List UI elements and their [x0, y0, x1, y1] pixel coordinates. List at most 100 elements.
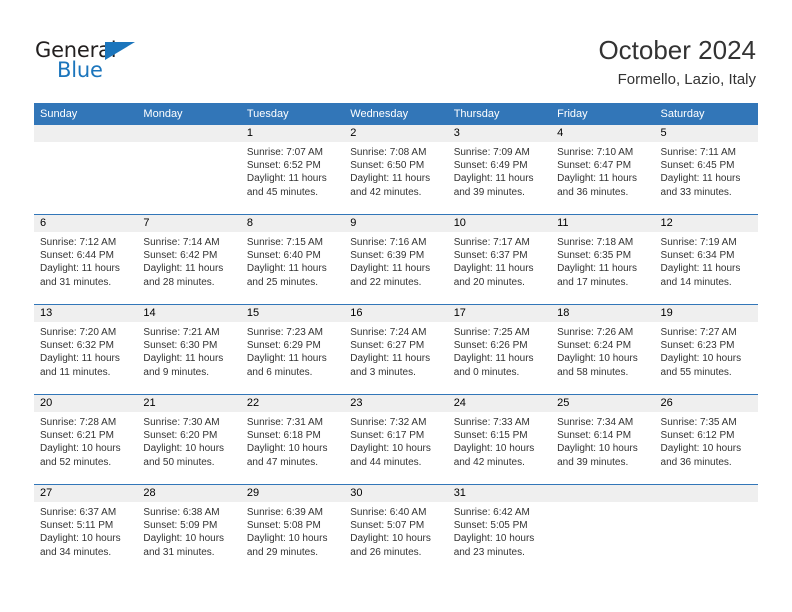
calendar-day-cell[interactable]: 3 Sunrise: 7:09 AM Sunset: 6:49 PM Daylight… [447, 125, 552, 214]
calendar-day-cell[interactable]: 14 Sunrise: 7:21 AM Sunset: 6:30 PM Dayligh… [137, 305, 241, 394]
day-detail-line: Sunset: 6:39 PM [350, 250, 425, 262]
day-detail-line: and 0 minutes. [453, 366, 520, 378]
calendar-day-cell[interactable]: 11 Sunrise: 7:18 AM Sunset: 6:35 PM Dayligh… [551, 215, 655, 304]
day-detail-line: Sunset: 5:07 PM [350, 520, 425, 532]
day-detail-line: Sunrise: 7:28 AM [40, 417, 117, 428]
day-detail-line: Sunrise: 7:32 AM [350, 417, 427, 428]
calendar-day-cell[interactable]: 19 Sunrise: 7:27 AM Sunset: 6:23 PM Dayligh… [654, 305, 758, 394]
logo-triangle-icon [105, 42, 135, 60]
day-detail-line: and 11 minutes. [40, 366, 111, 378]
day-detail-line: Sunrise: 7:25 AM [453, 327, 530, 338]
day-details [551, 502, 654, 506]
day-number-band: 28 [137, 485, 241, 502]
calendar-day-cell[interactable]: 5 Sunrise: 7:11 AM Sunset: 6:45 PM Daylight… [654, 125, 758, 214]
calendar-day-cell[interactable]: 30 Sunrise: 6:40 AM Sunset: 5:07 PM Dayligh… [344, 485, 448, 575]
day-detail-line: and 42 minutes. [453, 456, 525, 468]
day-detail-line: Daylight: 11 hours [350, 263, 431, 275]
calendar-day-cell[interactable]: 8 Sunrise: 7:15 AM Sunset: 6:40 PM Daylight… [240, 215, 345, 304]
day-number: 3 [453, 127, 460, 139]
calendar-day-cell[interactable]: 13 Sunrise: 7:20 AM Sunset: 6:32 PM Dayligh… [34, 305, 138, 394]
calendar-day-cell[interactable]: 15 Sunrise: 7:23 AM Sunset: 6:29 PM Dayligh… [240, 305, 345, 394]
day-detail-line: and 36 minutes. [660, 456, 732, 468]
calendar-day-cell[interactable]: 1 Sunrise: 7:07 AM Sunset: 6:52 PM Daylight… [240, 125, 345, 214]
weekday-header-row: Sunday Monday Tuesday Wednesday Thursday Frid… [34, 103, 758, 125]
day-detail-line: Sunset: 6:49 PM [453, 160, 528, 172]
calendar-day-cell[interactable]: 28 Sunrise: 6:38 AM Sunset: 5:09 PM Dayligh… [137, 485, 241, 575]
day-detail-line: Daylight: 10 hours [557, 353, 638, 365]
calendar-day-cell[interactable]: 4 Sunrise: 7:10 AM Sunset: 6:47 PM Daylight… [551, 125, 655, 214]
general-blue-logo[interactable]: General Blue [35, 38, 165, 84]
day-detail-line: and 39 minutes. [557, 456, 629, 468]
day-detail-line: Sunrise: 7:12 AM [40, 237, 117, 248]
calendar-day-cell[interactable]: 31 Sunrise: 6:42 AM Sunset: 5:05 PM Dayligh… [447, 485, 552, 575]
day-number-band [34, 125, 138, 142]
calendar-day-cell[interactable]: 7 Sunrise: 7:14 AM Sunset: 6:42 PM Daylight… [137, 215, 241, 304]
day-number-band: 3 [447, 125, 552, 142]
day-detail-line: Sunset: 6:37 PM [453, 250, 528, 262]
day-detail-line: and 58 minutes. [557, 366, 629, 378]
weekday-header-thursday: Thursday [453, 108, 500, 120]
calendar-week-row: 27 Sunrise: 6:37 AM Sunset: 5:11 PM Dayligh… [34, 485, 758, 575]
calendar-day-cell[interactable]: 6 Sunrise: 7:12 AM Sunset: 6:44 PM Daylight… [34, 215, 138, 304]
day-number-band: 19 [654, 305, 758, 322]
day-detail-line: Daylight: 11 hours [246, 353, 327, 365]
calendar-day-cell[interactable]: 24 Sunrise: 7:33 AM Sunset: 6:15 PM Dayligh… [447, 395, 552, 484]
calendar-day-cell[interactable]: 18 Sunrise: 7:26 AM Sunset: 6:24 PM Dayligh… [551, 305, 655, 394]
day-detail-line: Sunset: 6:44 PM [40, 250, 114, 262]
day-details: Sunrise: 7:35 AM Sunset: 6:12 PM Daylight:… [655, 412, 758, 469]
day-details: Sunrise: 7:30 AM Sunset: 6:20 PM Daylight:… [137, 412, 240, 469]
calendar-day-cell[interactable]: 23 Sunrise: 7:32 AM Sunset: 6:17 PM Dayligh… [344, 395, 448, 484]
calendar-day-cell[interactable]: 22 Sunrise: 7:31 AM Sunset: 6:18 PM Dayligh… [240, 395, 345, 484]
day-details: Sunrise: 6:37 AM Sunset: 5:11 PM Daylight:… [34, 502, 137, 559]
day-number: 15 [246, 307, 260, 319]
day-detail-line: and 34 minutes. [40, 546, 112, 558]
calendar-day-cell[interactable]: 29 Sunrise: 6:39 AM Sunset: 5:08 PM Dayligh… [240, 485, 345, 575]
day-detail-line: and 29 minutes. [246, 546, 319, 558]
calendar-day-cell[interactable]: 9 Sunrise: 7:16 AM Sunset: 6:39 PM Daylight… [344, 215, 448, 304]
calendar-day-cell[interactable]: 27 Sunrise: 6:37 AM Sunset: 5:11 PM Dayligh… [34, 485, 138, 575]
day-detail-line: Sunset: 6:50 PM [350, 160, 425, 172]
day-details: Sunrise: 7:32 AM Sunset: 6:17 PM Daylight:… [344, 412, 447, 469]
day-detail-line: and 36 minutes. [557, 186, 629, 198]
day-detail-line: Sunrise: 7:15 AM [246, 237, 323, 248]
day-details: Sunrise: 7:33 AM Sunset: 6:15 PM Daylight:… [448, 412, 551, 469]
calendar-day-cell[interactable]: 25 Sunrise: 7:34 AM Sunset: 6:14 PM Dayligh… [551, 395, 655, 484]
day-number-band: 14 [137, 305, 241, 322]
day-number-band: 22 [240, 395, 345, 412]
day-detail-line: and 33 minutes. [660, 186, 732, 198]
day-number: 2 [350, 127, 357, 139]
calendar-day-cell[interactable]: 21 Sunrise: 7:30 AM Sunset: 6:20 PM Dayligh… [137, 395, 241, 484]
day-number: 20 [40, 397, 53, 409]
calendar-day-cell[interactable]: 12 Sunrise: 7:19 AM Sunset: 6:34 PM Dayligh… [654, 215, 758, 304]
day-detail-line: Sunset: 6:30 PM [143, 340, 218, 352]
day-number: 29 [246, 487, 260, 499]
calendar-day-cell[interactable]: 10 Sunrise: 7:17 AM Sunset: 6:37 PM Dayligh… [447, 215, 552, 304]
day-number: 27 [40, 487, 53, 499]
calendar-day-cell[interactable]: 26 Sunrise: 7:35 AM Sunset: 6:12 PM Dayligh… [654, 395, 758, 484]
calendar-day-cell[interactable]: 20 Sunrise: 7:28 AM Sunset: 6:21 PM Dayligh… [34, 395, 138, 484]
day-detail-line: Daylight: 11 hours [40, 353, 120, 365]
day-detail-line: Sunset: 6:47 PM [557, 160, 632, 172]
day-detail-line: Daylight: 10 hours [143, 533, 225, 545]
calendar-day-cell[interactable]: 16 Sunrise: 7:24 AM Sunset: 6:27 PM Dayligh… [344, 305, 448, 394]
day-detail-line: Sunset: 6:21 PM [40, 430, 114, 442]
day-detail-line: Daylight: 10 hours [660, 353, 742, 365]
day-details [34, 142, 137, 146]
day-number: 9 [350, 217, 357, 229]
day-detail-line: Sunrise: 7:19 AM [660, 237, 737, 248]
day-number-band: 31 [447, 485, 552, 502]
calendar-day-cell[interactable]: 2 Sunrise: 7:08 AM Sunset: 6:50 PM Daylight… [344, 125, 448, 214]
day-detail-line: and 23 minutes. [453, 546, 525, 558]
day-detail-line: Daylight: 10 hours [660, 443, 742, 455]
calendar-day-cell[interactable]: 17 Sunrise: 7:25 AM Sunset: 6:26 PM Dayligh… [447, 305, 552, 394]
day-detail-line: Daylight: 10 hours [557, 443, 638, 455]
weekday-header-friday: Friday [557, 108, 588, 120]
day-detail-line: Daylight: 10 hours [143, 443, 225, 455]
calendar-day-cell-empty [654, 485, 758, 575]
calendar-week-row: 1 Sunrise: 7:07 AM Sunset: 6:52 PM Daylight… [34, 125, 758, 215]
day-detail-line: and 50 minutes. [143, 456, 215, 468]
day-number-band: 8 [240, 215, 345, 232]
day-detail-line: Sunset: 6:35 PM [557, 250, 632, 262]
day-details: Sunrise: 7:11 AM Sunset: 6:45 PM Daylight:… [655, 142, 758, 199]
day-detail-line: Sunset: 6:24 PM [557, 340, 632, 352]
